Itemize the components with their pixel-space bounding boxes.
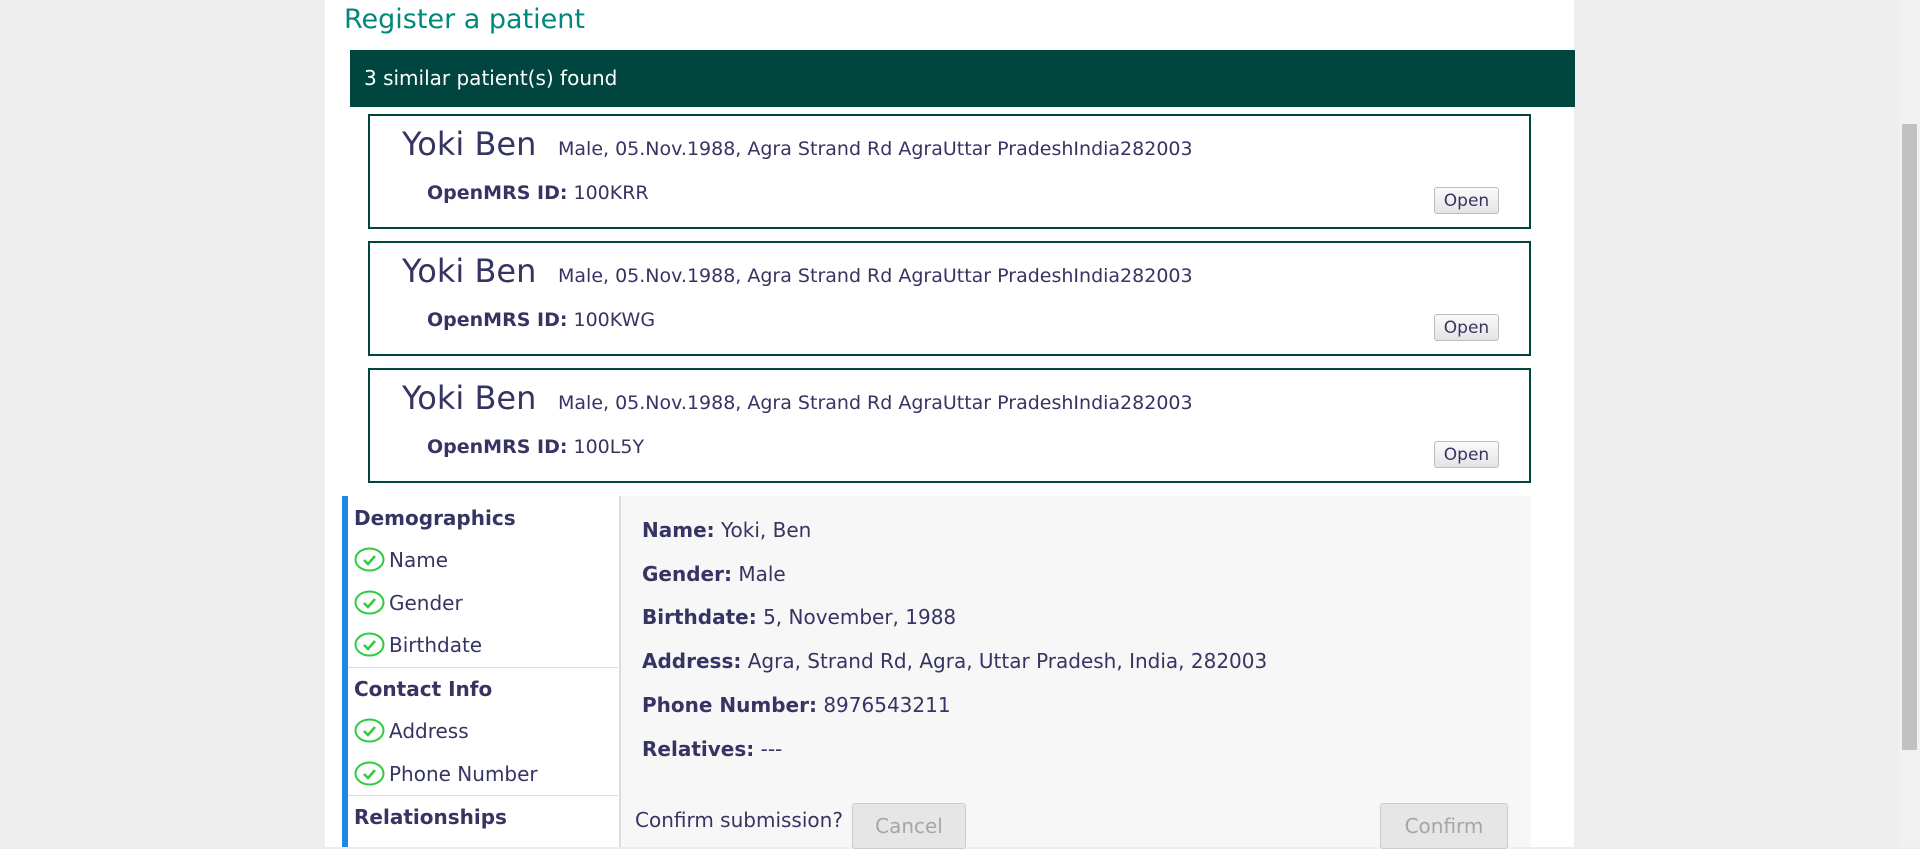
open-patient-button[interactable]: Open xyxy=(1434,441,1499,468)
field-value: --- xyxy=(760,737,783,761)
patient-name: Yoki Ben xyxy=(402,125,537,163)
main-container: Register a patient 3 similar patient(s) … xyxy=(325,0,1575,849)
step-phone-number[interactable]: Phone Number xyxy=(354,761,538,786)
step-label: Birthdate xyxy=(389,632,483,657)
field-value: 5, November, 1988 xyxy=(763,605,957,629)
field-label: Address: xyxy=(642,649,742,673)
patient-id-row: OpenMRS ID: 100KRR xyxy=(427,182,649,204)
check-circle-icon xyxy=(354,761,385,786)
summary-relatives: Relatives: --- xyxy=(642,737,782,761)
confirmation-summary: Name: Yoki, Ben Gender: Male Birthdate: … xyxy=(619,496,1531,849)
step-label: Gender xyxy=(389,590,463,615)
section-relationships[interactable]: Relationships xyxy=(354,805,507,829)
similar-patient-card: Yoki Ben Male, 05.Nov.1988, Agra Strand … xyxy=(368,368,1531,483)
summary-phone-number: Phone Number: 8976543211 xyxy=(642,693,951,717)
confirm-submission-label: Confirm submission? xyxy=(635,808,843,832)
step-address[interactable]: Address xyxy=(354,718,469,743)
patient-info: Male, 05.Nov.1988, Agra Strand Rd AgraUt… xyxy=(558,392,1193,414)
step-label: Address xyxy=(389,718,469,743)
field-value: 8976543211 xyxy=(823,693,951,717)
patient-id-label: OpenMRS ID: xyxy=(427,182,568,204)
patient-info: Male, 05.Nov.1988, Agra Strand Rd AgraUt… xyxy=(558,138,1193,160)
open-patient-button[interactable]: Open xyxy=(1434,314,1499,341)
step-gender[interactable]: Gender xyxy=(354,590,463,615)
summary-address: Address: Agra, Strand Rd, Agra, Uttar Pr… xyxy=(642,649,1267,673)
patient-name: Yoki Ben xyxy=(402,252,537,290)
similar-patients-banner: 3 similar patient(s) found xyxy=(350,50,1575,107)
check-circle-icon xyxy=(354,632,385,657)
section-divider xyxy=(348,795,618,796)
patient-info: Male, 05.Nov.1988, Agra Strand Rd AgraUt… xyxy=(558,265,1193,287)
section-demographics[interactable]: Demographics xyxy=(354,506,516,530)
step-label: Phone Number xyxy=(389,761,538,786)
section-contact-info[interactable]: Contact Info xyxy=(354,677,492,701)
similar-patient-card: Yoki Ben Male, 05.Nov.1988, Agra Strand … xyxy=(368,114,1531,229)
field-label: Name: xyxy=(642,518,715,542)
field-value: Agra, Strand Rd, Agra, Uttar Pradesh, In… xyxy=(747,649,1268,673)
field-value: Male xyxy=(738,562,786,586)
open-patient-button[interactable]: Open xyxy=(1434,187,1499,214)
confirm-button[interactable]: Confirm xyxy=(1380,803,1508,849)
check-circle-icon xyxy=(354,547,385,572)
page-title: Register a patient xyxy=(344,4,585,35)
step-birthdate[interactable]: Birthdate xyxy=(354,632,482,657)
patient-id-row: OpenMRS ID: 100L5Y xyxy=(427,436,644,458)
section-divider xyxy=(348,667,618,668)
summary-gender: Gender: Male xyxy=(642,562,786,586)
field-label: Phone Number: xyxy=(642,693,817,717)
patient-id-label: OpenMRS ID: xyxy=(427,309,568,331)
field-label: Birthdate: xyxy=(642,605,757,629)
patient-id-value: 100KWG xyxy=(573,309,656,331)
scrollbar-thumb[interactable] xyxy=(1902,124,1917,750)
cancel-button[interactable]: Cancel xyxy=(852,803,966,849)
patient-id-value: 100L5Y xyxy=(573,436,645,458)
field-value: Yoki, Ben xyxy=(721,518,812,542)
similar-patient-card: Yoki Ben Male, 05.Nov.1988, Agra Strand … xyxy=(368,241,1531,356)
check-circle-icon xyxy=(354,718,385,743)
step-name[interactable]: Name xyxy=(354,547,448,572)
patient-name: Yoki Ben xyxy=(402,379,537,417)
summary-name: Name: Yoki, Ben xyxy=(642,518,811,542)
step-label: Name xyxy=(389,547,449,572)
field-label: Relatives: xyxy=(642,737,755,761)
field-label: Gender: xyxy=(642,562,732,586)
summary-birthdate: Birthdate: 5, November, 1988 xyxy=(642,605,956,629)
patient-id-label: OpenMRS ID: xyxy=(427,436,568,458)
patient-id-value: 100KRR xyxy=(573,182,649,204)
check-circle-icon xyxy=(354,590,385,615)
patient-id-row: OpenMRS ID: 100KWG xyxy=(427,309,655,331)
registration-steps-sidebar: Demographics Name Gender Birthdate Conta… xyxy=(342,496,618,847)
